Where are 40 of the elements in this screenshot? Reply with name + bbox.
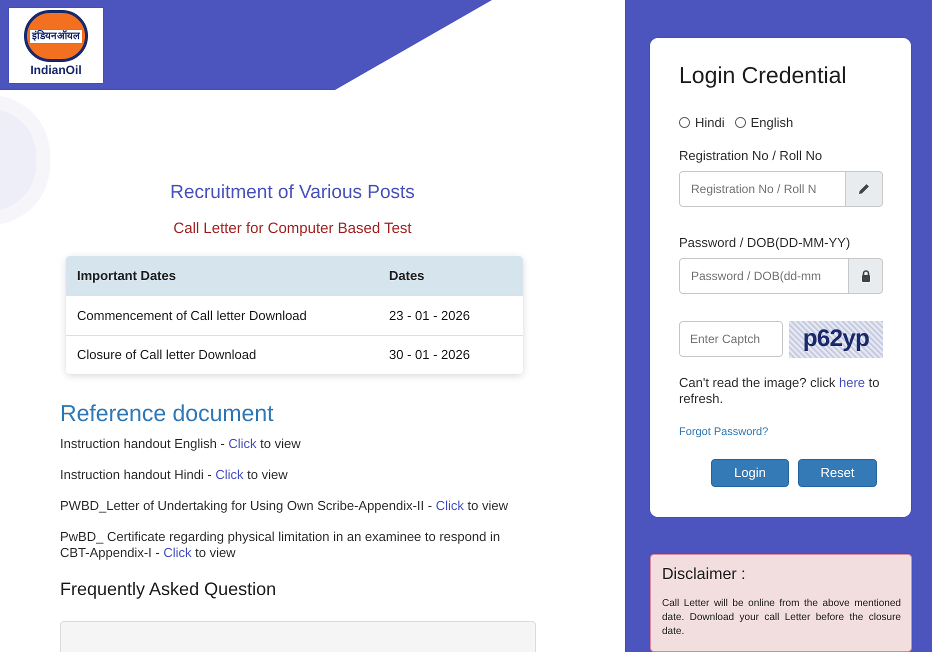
section-heading: Reference document — [60, 399, 275, 428]
disclaimer-text: Call Letter will be online from the above mentioned date. Download your call Letter before the closure date. — [662, 597, 901, 639]
disclaimer-title: Disclaimer : — [662, 565, 747, 585]
view-link[interactable]: Click — [228, 436, 257, 451]
login-button[interactable]: Login — [711, 459, 789, 487]
refresh-text: Can't read the image? click here to refresh. — [679, 374, 881, 406]
radio-label: English — [750, 114, 794, 132]
registration-field[interactable]: Registration No / Roll N — [679, 170, 846, 206]
refresh-link[interactable]: here — [839, 374, 866, 390]
logo-hindi-text: इंडियनऑयल — [30, 30, 82, 42]
page-subtitle: Call Letter for Computer Based Test — [173, 219, 412, 239]
table-cell-text: 30 - 01 - 2026 — [389, 346, 471, 364]
lock-icon — [849, 258, 883, 294]
pencil-icon — [846, 170, 883, 206]
radio-button[interactable] — [679, 117, 690, 128]
view-link[interactable]: Click — [215, 467, 244, 482]
field-label: Password / DOB(DD-MM-YY) — [679, 234, 852, 252]
radio-button[interactable] — [734, 117, 746, 128]
column-header: Important Dates — [76, 267, 177, 286]
reference-item: PWBD_Letter of Undertaking for Using Own Scribe-Appendix-II - Click to view — [60, 498, 509, 514]
radio-label: Hindi — [695, 114, 725, 132]
login-title: Login Credential — [679, 61, 848, 90]
captcha-field[interactable]: Enter Captch — [679, 321, 783, 357]
password-field[interactable]: Password / DOB(dd-mm — [679, 258, 849, 294]
table-cell-text: 23 - 01 - 2026 — [389, 306, 471, 325]
field-label: Registration No / Roll No — [679, 146, 824, 164]
logo-text: IndianOil — [30, 62, 82, 78]
reference-item: Instruction handout English - Click to view — [60, 436, 302, 452]
page-title: Recruitment of Various Posts — [170, 181, 415, 205]
table-cell-text: Commencement of Call letter Download — [76, 306, 308, 325]
captcha-image: p62yp — [789, 320, 883, 358]
reference-item: Instruction handout Hindi - Click to view — [60, 467, 289, 483]
view-link[interactable]: Click — [436, 498, 464, 513]
view-link[interactable]: Click — [163, 545, 192, 560]
reference-item: PwBD_ Certificate regarding physical limitation in an examinee to respond in CBT-Appendix-I - Click to view — [60, 529, 502, 561]
forgot-password-link[interactable]: Forgot Password? — [679, 424, 911, 440]
column-header: Dates — [389, 267, 426, 286]
section-heading: Frequently Asked Question — [60, 578, 278, 601]
reset-button[interactable]: Reset — [798, 459, 877, 487]
table-cell-text: Closure of Call letter Download — [76, 346, 258, 364]
